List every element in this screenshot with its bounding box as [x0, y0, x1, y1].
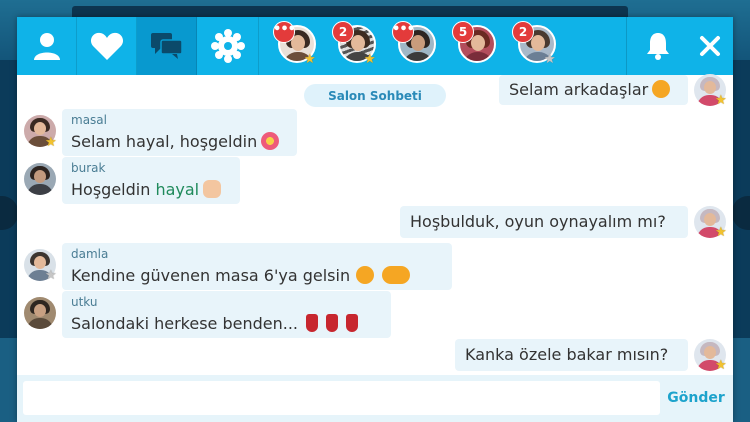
message-text: Kendine güvenen masa 6'ya gelsin [71, 266, 351, 285]
message-text: Hoşbulduk, oyun oynayalım mı? [410, 212, 666, 231]
unread-badge: ••• [392, 21, 415, 43]
unread-badge: 5 [452, 21, 474, 43]
profile-button[interactable] [17, 17, 77, 75]
bell-icon [645, 31, 671, 61]
user-avatar-burak[interactable] [24, 163, 56, 195]
chat-icon [150, 32, 184, 60]
star-icon: ★ [715, 225, 727, 240]
star-icon: ★ [304, 52, 316, 67]
chat-panel: ••• ★ 2 ★ ••• 5 2 ★ Salon Sohbeti Selam … [17, 17, 733, 422]
message-text: Salondaki herkese benden... [71, 314, 298, 333]
unread-badge: 2 [512, 21, 534, 43]
star-icon: ★ [715, 358, 727, 373]
message-bubble-incoming: masal Selam hayal, hoşgeldin [62, 109, 297, 156]
close-icon [699, 35, 721, 57]
message-bubble-incoming: damla Kendine güvenen masa 6'ya gelsin [62, 243, 452, 290]
message-username[interactable]: utku [71, 295, 98, 309]
settings-icon [210, 29, 245, 63]
message-text: Hoşgeldin [71, 180, 156, 199]
flower-emoji-icon [261, 132, 280, 150]
chat-tab-button[interactable] [137, 17, 197, 75]
game-side-right [732, 196, 750, 230]
message-text: Selam arkadaşlar [509, 80, 649, 99]
wave-emoji-icon [203, 180, 222, 198]
sunglasses-emoji-icon [356, 266, 375, 284]
message-bubble-outgoing: Hoşbulduk, oyun oynayalım mı? [400, 206, 688, 238]
star-icon: ★ [364, 52, 376, 67]
star-icon: ★ [715, 93, 727, 108]
tea-glass-icon [346, 314, 358, 332]
message-username[interactable]: masal [71, 113, 107, 127]
close-button[interactable] [687, 17, 733, 75]
tea-glass-icon [326, 314, 338, 332]
star-icon: ★ [45, 268, 57, 283]
settings-button[interactable] [197, 17, 259, 75]
message-bubble-outgoing: Selam arkadaşlar [499, 75, 688, 105]
smile-emoji-icon [652, 80, 671, 98]
star-icon: ★ [544, 52, 556, 67]
message-composer: Gönder [17, 375, 733, 422]
notifications-button[interactable] [629, 17, 687, 75]
message-username[interactable]: burak [71, 161, 105, 175]
message-text: Kanka özele bakar mısın? [465, 345, 669, 364]
favorites-button[interactable] [77, 17, 137, 75]
unread-badge: 2 [332, 21, 354, 43]
user-icon [32, 31, 62, 61]
hug-emoji-icon [382, 266, 411, 284]
divider [626, 17, 627, 75]
tea-glass-icon [306, 314, 318, 332]
user-avatar-utku[interactable] [24, 297, 56, 329]
heart-icon [90, 31, 124, 61]
message-input[interactable] [23, 381, 660, 415]
message-bubble-outgoing: Kanka özele bakar mısın? [455, 339, 688, 371]
message-text: Selam hayal, hoşgeldin [71, 132, 258, 151]
message-bubble-incoming: burak Hoşgeldin hayal [62, 157, 240, 204]
send-button[interactable]: Gönder [663, 381, 729, 415]
game-side-left [0, 196, 18, 230]
chat-topbar: ••• ★ 2 ★ ••• 5 2 ★ [17, 17, 733, 75]
star-icon: ★ [45, 135, 57, 150]
room-label: Salon Sohbeti [304, 84, 446, 107]
message-bubble-incoming: utku Salondaki herkese benden... [62, 291, 391, 338]
unread-badge: ••• [273, 21, 296, 43]
mention-link[interactable]: hayal [155, 180, 199, 199]
message-username[interactable]: damla [71, 247, 108, 261]
